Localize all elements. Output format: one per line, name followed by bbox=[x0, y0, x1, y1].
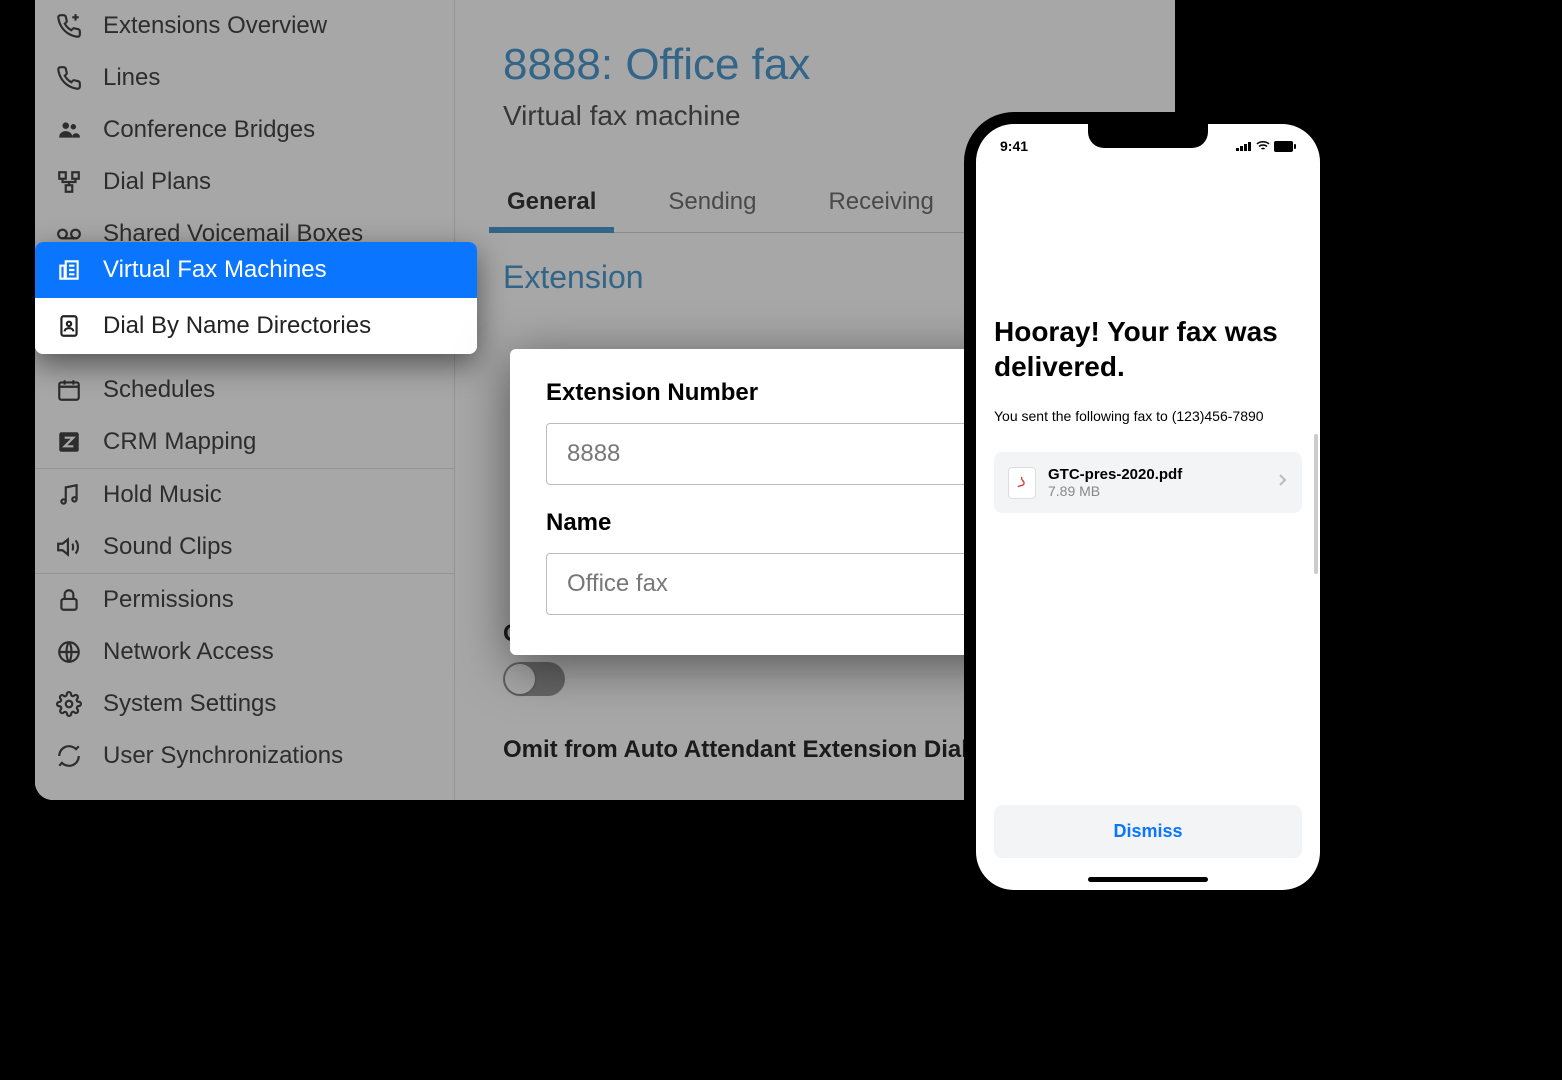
directory-icon bbox=[55, 313, 83, 339]
sidebar-item-label: CRM Mapping bbox=[103, 428, 256, 456]
phone-icon bbox=[55, 65, 83, 91]
sidebar-item-label: User Synchronizations bbox=[103, 742, 343, 770]
phone-plus-icon bbox=[55, 13, 83, 39]
sidebar-item-system-settings[interactable]: System Settings bbox=[35, 678, 454, 730]
sidebar-item-label: Virtual Fax Machines bbox=[103, 256, 327, 284]
wifi-icon bbox=[1256, 141, 1270, 151]
chevron-right-icon bbox=[1278, 473, 1288, 492]
phone-notch bbox=[1088, 124, 1208, 148]
battery-icon bbox=[1274, 141, 1296, 152]
calendar-icon bbox=[55, 377, 83, 403]
group-icon bbox=[55, 117, 83, 143]
gear-icon bbox=[55, 691, 83, 717]
globe-icon bbox=[55, 639, 83, 665]
lock-icon bbox=[55, 587, 83, 613]
music-icon bbox=[55, 482, 83, 508]
signal-icon bbox=[1236, 141, 1252, 151]
sidebar-item-label: Conference Bridges bbox=[103, 116, 315, 144]
sidebar-item-label: Hold Music bbox=[103, 481, 222, 509]
omit-directory-toggle[interactable] bbox=[503, 662, 565, 696]
sidebar-item-conference-bridges[interactable]: Conference Bridges bbox=[35, 104, 454, 156]
sidebar-item-schedules[interactable]: Schedules bbox=[35, 364, 454, 416]
sidebar-item-label: Dial Plans bbox=[103, 168, 211, 196]
file-row[interactable]: GTC-pres-2020.pdf 7.89 MB bbox=[994, 452, 1302, 513]
page-title: 8888: Office fax bbox=[503, 40, 1127, 90]
file-size: 7.89 MB bbox=[1048, 483, 1266, 499]
sidebar-item-dial-plans[interactable]: Dial Plans bbox=[35, 156, 454, 208]
sidebar-item-label: System Settings bbox=[103, 690, 276, 718]
fax-icon bbox=[55, 257, 83, 283]
sidebar-item-sound-clips[interactable]: Sound Clips bbox=[35, 521, 454, 573]
z-icon bbox=[55, 429, 83, 455]
sidebar-item-label: Schedules bbox=[103, 376, 215, 404]
sidebar-item-hold-music[interactable]: Hold Music bbox=[35, 469, 454, 521]
phone-subtext: You sent the following fax to (123)456-7… bbox=[994, 408, 1302, 424]
tab-receiving[interactable]: Receiving bbox=[824, 178, 937, 232]
sidebar-item-crm-mapping[interactable]: CRM Mapping bbox=[35, 416, 454, 468]
sidebar-item-label: Sound Clips bbox=[103, 533, 232, 561]
tab-general[interactable]: General bbox=[503, 178, 600, 232]
speaker-icon bbox=[55, 534, 83, 560]
sync-icon bbox=[55, 743, 83, 769]
pdf-icon bbox=[1008, 467, 1036, 499]
phone-scrollbar[interactable] bbox=[1314, 434, 1318, 574]
sidebar-item-label: Network Access bbox=[103, 638, 274, 666]
sidebar-item-lines[interactable]: Lines bbox=[35, 52, 454, 104]
tab-sending[interactable]: Sending bbox=[664, 178, 760, 232]
file-name: GTC-pres-2020.pdf bbox=[1048, 466, 1266, 483]
sidebar-item-dial-by-name[interactable]: Dial By Name Directories bbox=[35, 298, 477, 354]
status-time: 9:41 bbox=[1000, 138, 1028, 154]
phone-headline: Hooray! Your fax was delivered. bbox=[994, 314, 1302, 384]
home-indicator[interactable] bbox=[1088, 877, 1208, 882]
sidebar-item-extensions-overview[interactable]: Extensions Overview bbox=[35, 0, 454, 52]
sidebar-item-network-access[interactable]: Network Access bbox=[35, 626, 454, 678]
sidebar-item-label: Lines bbox=[103, 64, 160, 92]
phone-frame: 9:41 Hooray! Your fax was delivered. You… bbox=[964, 112, 1332, 902]
sidebar-item-label: Permissions bbox=[103, 586, 234, 614]
status-icons bbox=[1236, 138, 1296, 154]
dismiss-button[interactable]: Dismiss bbox=[994, 805, 1302, 858]
sidebar-item-label: Extensions Overview bbox=[103, 12, 327, 40]
sidebar-item-permissions[interactable]: Permissions bbox=[35, 574, 454, 626]
sidebar-item-label: Dial By Name Directories bbox=[103, 312, 371, 340]
tree-icon bbox=[55, 169, 83, 195]
sidebar-item-virtual-fax[interactable]: Virtual Fax Machines bbox=[35, 242, 477, 298]
sidebar-item-user-sync[interactable]: User Synchronizations bbox=[35, 730, 454, 782]
sidebar-highlight-group: Virtual Fax Machines Dial By Name Direct… bbox=[35, 242, 477, 354]
